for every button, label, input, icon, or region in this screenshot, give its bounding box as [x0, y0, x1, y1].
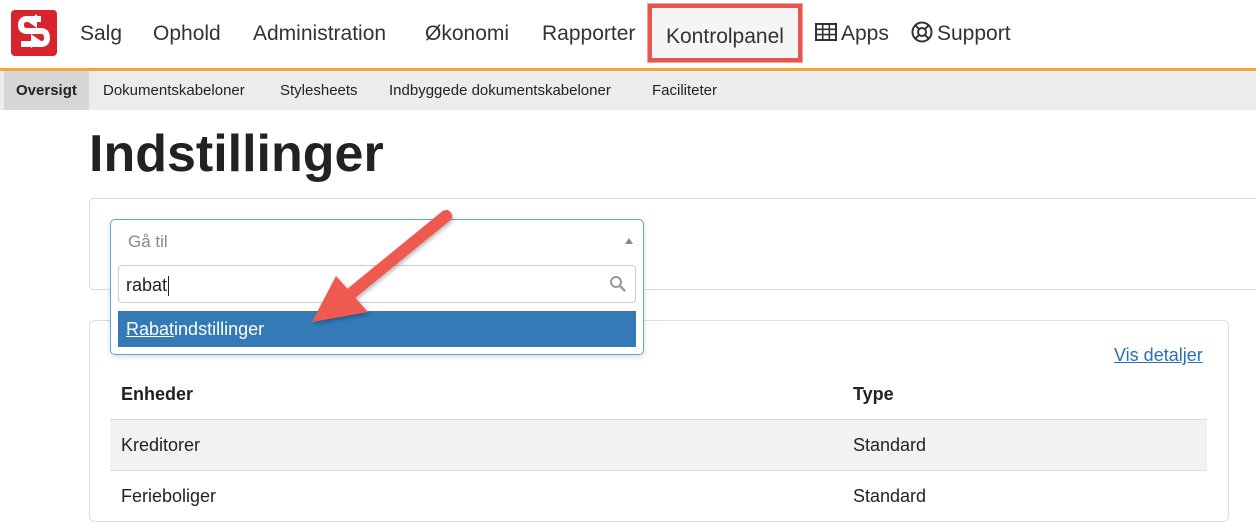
- top-navigation: Salg Ophold Administration Økonomi Rappo…: [0, 0, 1256, 71]
- caret-up-icon[interactable]: [625, 238, 633, 244]
- nav-item-salg[interactable]: Salg: [80, 0, 122, 68]
- nav-item-kontrolpanel[interactable]: Kontrolpanel: [648, 4, 802, 62]
- nav-item-ophold[interactable]: Ophold: [153, 0, 221, 68]
- table-cell-type: Standard: [853, 435, 927, 455]
- nav-item-okonomi[interactable]: Økonomi: [425, 0, 509, 68]
- option-match-text: Rabat: [126, 319, 175, 339]
- nav-item-support[interactable]: Support: [911, 0, 1011, 68]
- vis-detaljer-link[interactable]: Vis detaljer: [1114, 345, 1203, 366]
- nav-item-rapporter[interactable]: Rapporter: [542, 0, 635, 68]
- option-rest-text: indstillinger: [174, 319, 265, 339]
- table-header-type: Type: [853, 384, 894, 404]
- page-title: Indstillinger: [89, 125, 384, 183]
- search-icon: [610, 276, 626, 292]
- goto-search-input[interactable]: rabat: [118, 265, 636, 303]
- goto-search-value: rabat: [126, 266, 169, 304]
- table-row[interactable]: Ferieboliger Standard: [110, 471, 1207, 521]
- nav-item-apps[interactable]: Apps: [815, 0, 889, 68]
- subnav-item-dokumentskabeloner[interactable]: Dokumentskabeloner: [103, 71, 245, 110]
- nav-item-apps-label: Apps: [841, 22, 889, 45]
- nav-item-administration[interactable]: Administration: [253, 0, 386, 68]
- goto-select[interactable]: Gå til rabat Rabatindstillinger: [110, 219, 644, 355]
- goto-option-rabatindstillinger[interactable]: Rabatindstillinger: [118, 311, 636, 347]
- table-cell-unit: Kreditorer: [121, 435, 201, 455]
- subnav-item-stylesheets[interactable]: Stylesheets: [280, 71, 358, 110]
- app-logo-icon[interactable]: [11, 10, 57, 56]
- table-header-enheder: Enheder: [121, 384, 194, 404]
- subnav-item-faciliteter[interactable]: Faciliteter: [652, 71, 717, 110]
- lifebuoy-icon: [911, 21, 933, 43]
- table-row[interactable]: Kreditorer Standard: [110, 420, 1207, 470]
- subnav-item-oversigt[interactable]: Oversigt: [4, 71, 89, 110]
- goto-select-placeholder: Gå til: [128, 232, 168, 251]
- nav-item-support-label: Support: [937, 22, 1011, 45]
- grid-icon: [815, 23, 837, 42]
- subnav-item-indbyggede-dokumentskabeloner[interactable]: Indbyggede dokumentskabeloner: [389, 71, 611, 110]
- table-cell-type: Standard: [853, 486, 927, 506]
- sub-navigation: Oversigt Dokumentskabeloner Stylesheets …: [0, 71, 1256, 110]
- table-cell-unit: Ferieboliger: [121, 486, 217, 506]
